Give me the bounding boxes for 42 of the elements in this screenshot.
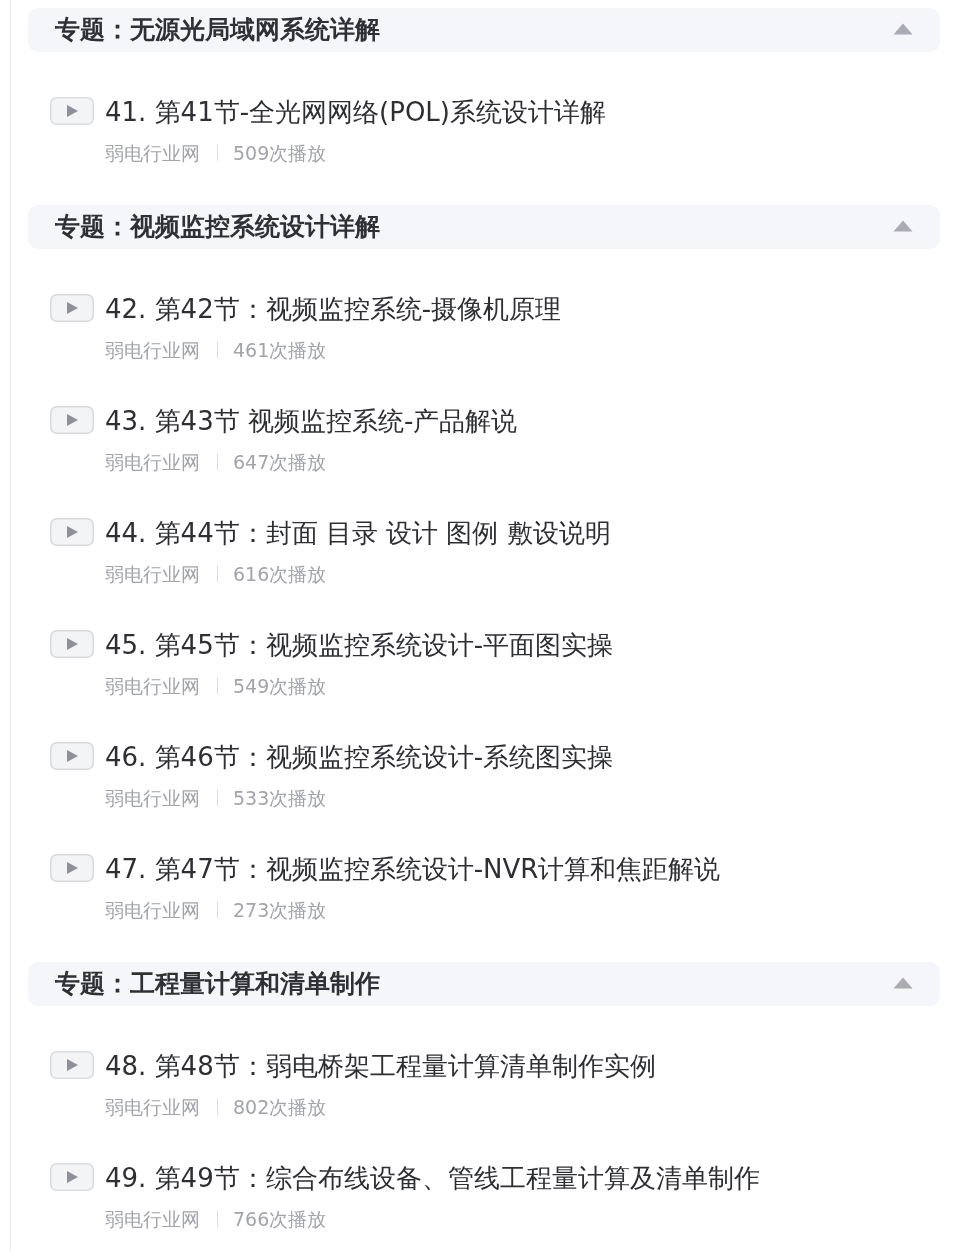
- play-icon[interactable]: [50, 96, 94, 125]
- author-name: 弱电行业网: [105, 563, 200, 585]
- play-count: 802次播放: [233, 1096, 327, 1118]
- play-icon[interactable]: [50, 405, 94, 434]
- play-icon[interactable]: [50, 1162, 94, 1191]
- play-count: 549次播放: [233, 675, 327, 697]
- lesson-title[interactable]: 42. 第42节：视频监控系统-摄像机原理: [105, 292, 562, 326]
- lesson-title[interactable]: 49. 第49节：综合布线设备、管线工程量计算及清单制作: [105, 1161, 760, 1195]
- play-count: 533次播放: [233, 787, 327, 809]
- author-name: 弱电行业网: [105, 1096, 200, 1118]
- play-icon[interactable]: [50, 517, 94, 546]
- play-count: 766次播放: [233, 1208, 327, 1230]
- author-name: 弱电行业网: [105, 339, 200, 361]
- author-name: 弱电行业网: [105, 142, 200, 164]
- lesson-title[interactable]: 46. 第46节：视频监控系统设计-系统图实操: [105, 740, 614, 774]
- play-count: 273次播放: [233, 899, 327, 921]
- lesson-title[interactable]: 41. 第41节-全光网网络(POL)系统设计详解: [105, 95, 606, 129]
- play-count: 647次播放: [233, 451, 327, 473]
- play-icon[interactable]: [50, 293, 94, 322]
- caret-icon[interactable]: [893, 220, 913, 232]
- caret-icon[interactable]: [893, 977, 913, 989]
- lesson-title[interactable]: 47. 第47节：视频监控系统设计-NVR计算和焦距解说: [105, 852, 721, 886]
- section-header[interactable]: 专题：视频监控系统设计详解: [28, 205, 940, 249]
- play-count: 461次播放: [233, 339, 327, 361]
- play-icon[interactable]: [50, 853, 94, 882]
- lesson-title[interactable]: 48. 第48节：弱电桥架工程量计算清单制作实例: [105, 1049, 656, 1083]
- play-icon[interactable]: [50, 1050, 94, 1079]
- author-name: 弱电行业网: [105, 1208, 200, 1230]
- lesson-title[interactable]: 44. 第44节：封面 目录 设计 图例 敷设说明: [105, 516, 611, 550]
- author-name: 弱电行业网: [105, 787, 200, 809]
- author-name: 弱电行业网: [105, 675, 200, 697]
- lesson-title[interactable]: 45. 第45节：视频监控系统设计-平面图实操: [105, 628, 614, 662]
- section-header[interactable]: 专题：工程量计算和清单制作: [28, 962, 940, 1006]
- author-name: 弱电行业网: [105, 899, 200, 921]
- play-count: 616次播放: [233, 563, 327, 585]
- play-count: 509次播放: [233, 142, 327, 164]
- lesson-title[interactable]: 43. 第43节 视频监控系统-产品解说: [105, 404, 518, 438]
- play-icon[interactable]: [50, 629, 94, 658]
- author-name: 弱电行业网: [105, 451, 200, 473]
- caret-icon[interactable]: [893, 23, 913, 35]
- section-header[interactable]: 专题：无源光局域网系统详解: [28, 8, 940, 52]
- play-icon[interactable]: [50, 741, 94, 770]
